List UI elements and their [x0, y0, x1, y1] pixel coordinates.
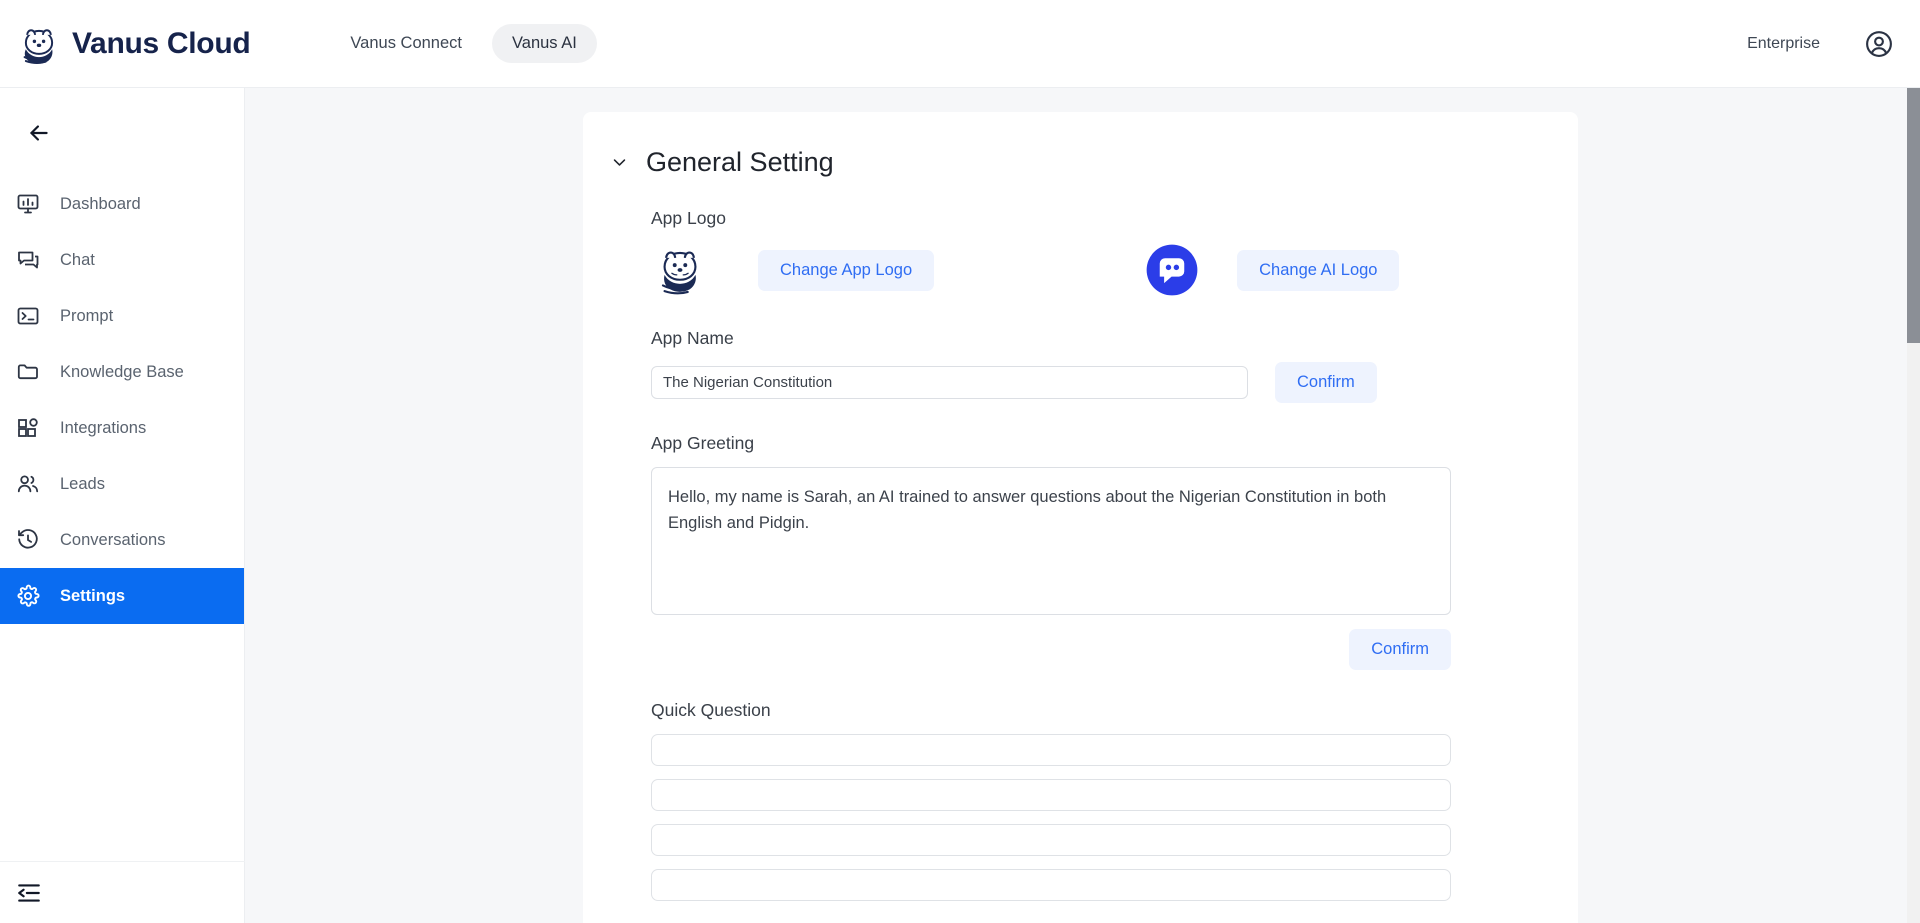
- logo-row: Change App Logo Change AI Logo: [651, 242, 1543, 298]
- header-nav: Vanus Connect Vanus AI: [330, 24, 597, 63]
- app-name-row: Confirm: [651, 362, 1543, 403]
- general-setting-section: App Logo Change App Logo Change AI Logo …: [583, 208, 1578, 901]
- sidebar-footer: [0, 861, 245, 923]
- app-greeting-label: App Greeting: [651, 433, 755, 453]
- enterprise-label[interactable]: Enterprise: [1747, 35, 1820, 53]
- sidebar-item-conversations[interactable]: Conversations: [0, 512, 244, 568]
- nav-item-vanus-connect[interactable]: Vanus Connect: [330, 24, 482, 63]
- header-right: Enterprise: [1747, 29, 1894, 59]
- app-name-label: App Name: [651, 328, 734, 348]
- app-logo-label: App Logo: [651, 208, 726, 228]
- quick-question-input-1[interactable]: [651, 734, 1451, 766]
- quick-question-label: Quick Question: [651, 700, 771, 720]
- sidebar-item-label: Settings: [60, 586, 126, 605]
- main-content: General Setting App Logo Change App Logo…: [245, 88, 1907, 923]
- sidebar-item-leads[interactable]: Leads: [0, 456, 244, 512]
- arrow-left-icon: [30, 125, 48, 141]
- sidebar-item-knowledge-base[interactable]: Knowledge Base: [0, 344, 244, 400]
- sidebar-item-label: Leads: [60, 474, 105, 493]
- quick-question-input-3[interactable]: [651, 824, 1451, 856]
- monitor-chart-icon: [17, 194, 39, 214]
- brand-name: Vanus Cloud: [72, 26, 251, 60]
- sidebar-item-label: Dashboard: [60, 194, 141, 213]
- sidebar-nav-list: Dashboard Chat Prompt Knowledge Base Int…: [0, 176, 244, 624]
- chevron-down-icon[interactable]: [611, 154, 628, 171]
- quick-question-input-4[interactable]: [651, 869, 1451, 901]
- change-ai-logo-button[interactable]: Change AI Logo: [1237, 249, 1400, 291]
- sidebar-item-label: Conversations: [60, 530, 166, 549]
- otter-logo-icon: [23, 28, 54, 64]
- brand[interactable]: Vanus Cloud: [18, 23, 251, 65]
- terminal-icon: [17, 307, 39, 325]
- sidebar-item-label: Integrations: [60, 418, 147, 437]
- history-clock-icon: [18, 529, 38, 549]
- indent-decrease-icon[interactable]: [16, 880, 42, 906]
- scrollbar-thumb[interactable]: [1907, 88, 1920, 343]
- app-greeting-confirm-row: Confirm: [651, 629, 1451, 670]
- sidebar-item-settings[interactable]: Settings: [0, 568, 244, 624]
- app-greeting-textarea[interactable]: [651, 467, 1451, 615]
- sidebar-item-label: Prompt: [60, 306, 114, 325]
- page-title: General Setting: [646, 147, 834, 177]
- general-setting-panel: General Setting App Logo Change App Logo…: [583, 112, 1578, 923]
- folder-icon: [17, 364, 38, 380]
- panel-header: General Setting: [583, 112, 1578, 178]
- user-circle-icon[interactable]: [1864, 29, 1894, 59]
- app-name-confirm-button[interactable]: Confirm: [1275, 362, 1377, 403]
- top-header: Vanus Cloud Vanus Connect Vanus AI Enter…: [0, 0, 1920, 88]
- nav-item-vanus-ai[interactable]: Vanus AI: [492, 24, 597, 63]
- sidebar-item-label: Chat: [60, 250, 95, 269]
- vertical-scrollbar[interactable]: [1907, 88, 1920, 923]
- users-icon: [17, 475, 39, 493]
- blocks-icon: [18, 418, 38, 437]
- gear-icon: [17, 584, 40, 607]
- sidebar-item-label: Knowledge Base: [60, 362, 184, 381]
- otter-app-logo-icon: [661, 251, 697, 295]
- sidebar: Dashboard Chat Prompt Knowledge Base Int…: [0, 88, 245, 923]
- change-app-logo-button[interactable]: Change App Logo: [758, 249, 935, 291]
- app-logo-preview: [651, 242, 713, 298]
- ai-logo-block: Change AI Logo: [1144, 242, 1400, 298]
- sidebar-item-prompt[interactable]: Prompt: [0, 288, 244, 344]
- chat-bubbles-icon: [18, 251, 39, 269]
- sidebar-item-dashboard[interactable]: Dashboard: [0, 176, 244, 232]
- app-greeting-confirm-button[interactable]: Confirm: [1349, 629, 1451, 670]
- app-name-input[interactable]: [651, 366, 1248, 399]
- quick-question-input-2[interactable]: [651, 779, 1451, 811]
- sidebar-item-integrations[interactable]: Integrations: [0, 400, 244, 456]
- back-button[interactable]: [22, 116, 56, 150]
- chat-bubble-circle-icon: [1146, 244, 1198, 296]
- sidebar-item-chat[interactable]: Chat: [0, 232, 244, 288]
